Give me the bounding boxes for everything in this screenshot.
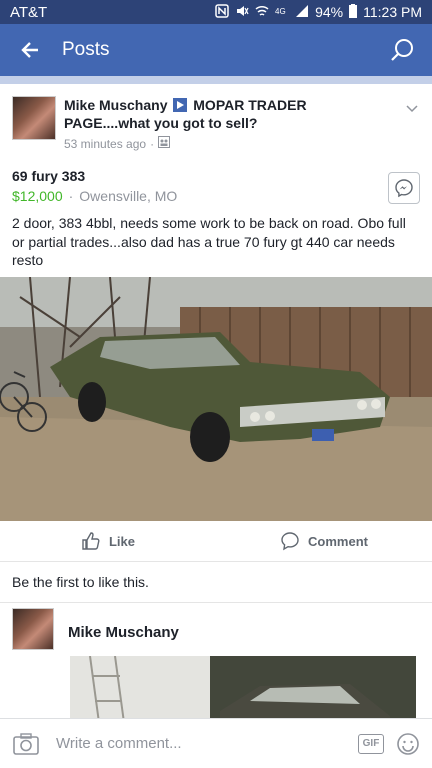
author-line: Mike Muschany MOPAR TRADER PAGE....what … [64,96,394,132]
comment-input[interactable]: Write a comment... [56,735,358,752]
post-card: Mike Muschany MOPAR TRADER PAGE....what … [0,84,432,730]
back-button[interactable] [10,30,50,70]
nfc-icon [215,3,229,21]
commenter-name[interactable]: Mike Muschany [68,624,179,641]
camera-icon [13,732,39,755]
meta-separator: · [68,188,74,204]
commenter-avatar[interactable] [12,608,54,650]
clock: 11:23 PM [363,4,422,20]
search-button[interactable] [382,30,422,70]
mute-icon [235,4,249,21]
comment-item: Mike Muschany [12,608,420,730]
signal-icon [295,4,309,21]
app-bar: Posts [0,24,432,76]
status-icons: 4G 94% 11:23 PM [215,3,422,21]
post-actions: Like Comment [0,521,432,562]
lte-icon: 4G [275,4,289,21]
wifi-icon [255,4,269,21]
svg-text:4G: 4G [275,7,286,16]
listing-location: Owensville, MO [79,188,178,204]
thumbs-up-icon [82,532,100,550]
post-meta: 53 minutes ago · [64,136,171,151]
car-photo[interactable] [0,277,432,521]
author-name[interactable]: Mike Muschany [64,97,167,113]
price-row: $12,000 · Owensville, MO [12,188,177,204]
like-button[interactable]: Like [0,521,216,561]
battery-percent: 94% [315,4,344,20]
post-header: Mike Muschany MOPAR TRADER PAGE....what … [12,96,420,156]
listing-description: 2 door, 383 4bbl, needs some work to be … [12,215,406,268]
chevron-down-icon[interactable] [404,100,420,116]
comments-divider [0,602,432,603]
smiley-icon [397,732,419,755]
battery-icon [349,3,358,21]
group-arrow-icon [173,98,188,112]
header-divider [0,76,432,84]
listing-price: $12,000 [12,188,63,204]
group-privacy-icon [158,136,171,151]
comment-button[interactable]: Comment [216,521,432,561]
page-title: Posts [62,39,110,60]
search-icon [391,39,413,61]
camera-button[interactable] [12,730,40,758]
comment-label: Comment [308,533,368,549]
sticker-button[interactable] [396,732,420,756]
likes-summary: Be the first to like this. [12,574,149,590]
meta-separator: · [150,136,155,151]
back-arrow-icon [21,42,38,58]
post-time[interactable]: 53 minutes ago [64,137,146,151]
messenger-icon [395,179,413,198]
status-bar: AT&T 4G 94% 11:23 PM [0,0,432,24]
comment-composer: Write a comment... GIF [0,718,432,768]
carrier-label: AT&T [10,3,48,21]
listing-title: 69 fury 383 [12,168,86,184]
message-seller-button[interactable] [388,172,420,204]
gif-button[interactable]: GIF [358,733,384,754]
comment-bubble-icon [281,532,299,551]
author-avatar[interactable] [12,96,56,140]
car-photo-drawing [0,277,432,521]
like-label: Like [108,533,135,549]
